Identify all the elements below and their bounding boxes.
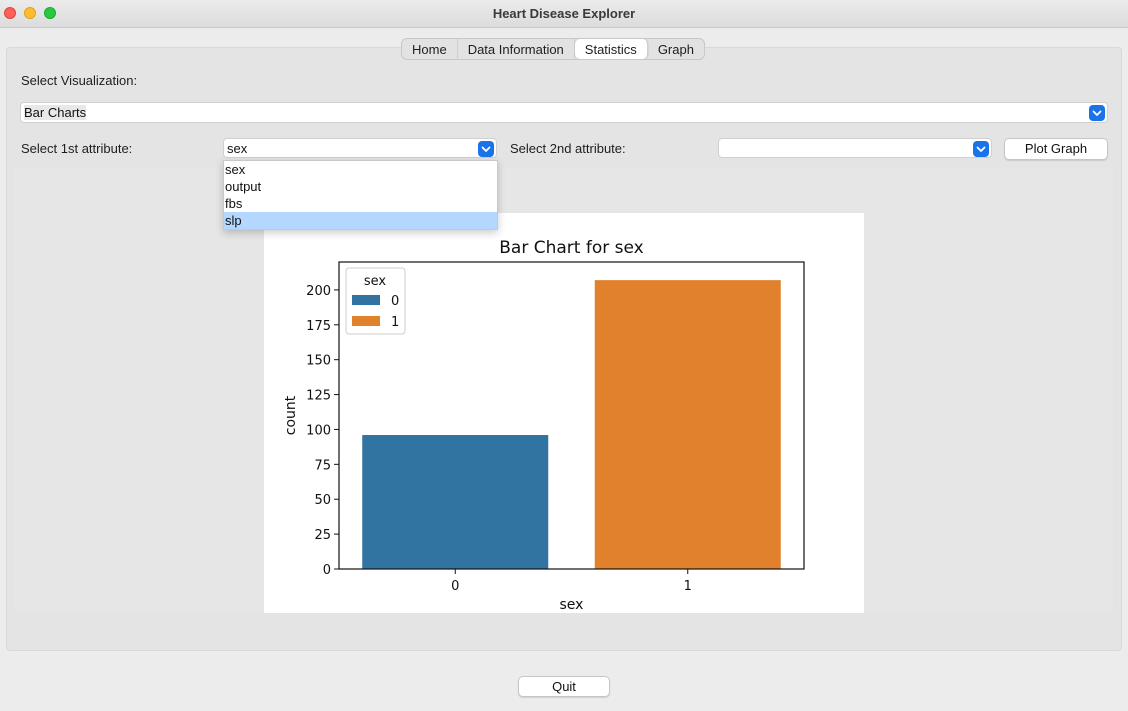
dropdown-option-slp[interactable]: slp: [224, 212, 497, 229]
dropdown-option-sex[interactable]: sex: [224, 161, 497, 178]
visualization-select-value: Bar Charts: [24, 105, 87, 120]
visualization-select[interactable]: Bar Charts: [20, 102, 1108, 123]
attr1-select-value: sex: [227, 141, 248, 156]
legend-swatch: [352, 316, 380, 326]
tab-data-information[interactable]: Data Information: [458, 39, 575, 59]
bar-1: [594, 280, 781, 569]
legend-title: sex: [364, 274, 387, 289]
bottom-edge: [0, 704, 1128, 711]
dropdown-option-fbs[interactable]: fbs: [224, 195, 497, 212]
app-window: Heart Disease Explorer Home Data Informa…: [0, 0, 1128, 711]
dropdown-option-output[interactable]: output: [224, 178, 497, 195]
y-tick-label: 150: [306, 354, 331, 369]
tab-bar: Home Data Information Statistics Graph: [401, 38, 705, 60]
bar-0: [362, 435, 549, 569]
attr1-label: Select 1st attribute:: [21, 141, 133, 156]
y-tick-label: 50: [314, 493, 331, 508]
attr2-label: Select 2nd attribute:: [510, 141, 626, 156]
chevron-down-icon[interactable]: [973, 141, 989, 157]
plot-graph-button[interactable]: Plot Graph: [1004, 138, 1108, 160]
legend-label: 1: [391, 315, 399, 330]
tab-graph[interactable]: Graph: [648, 39, 704, 59]
x-tick-label: 1: [684, 579, 692, 594]
bar-chart: Bar Chart for sex 0 1 0 25 50 75 100 125 150 175 20…: [283, 238, 805, 613]
chart-title: Bar Chart for sex: [499, 238, 643, 258]
attr1-select[interactable]: sex: [223, 138, 497, 158]
y-tick-label: 100: [306, 423, 331, 438]
window-title: Heart Disease Explorer: [492, 6, 636, 21]
legend-swatch: [352, 295, 380, 305]
y-tick-label: 125: [306, 389, 331, 404]
quit-button[interactable]: Quit: [518, 676, 610, 697]
x-tick-label: 0: [451, 579, 459, 594]
visualization-label: Select Visualization:: [21, 73, 138, 88]
tab-home[interactable]: Home: [402, 39, 458, 59]
y-axis-label: count: [283, 395, 299, 435]
legend-label: 0: [391, 294, 399, 309]
y-tick-label: 175: [306, 319, 331, 334]
title-bar: Heart Disease Explorer: [0, 0, 1128, 28]
chevron-down-icon[interactable]: [478, 141, 494, 157]
attr2-select[interactable]: [718, 138, 992, 158]
y-tick-label: 75: [314, 458, 331, 473]
x-axis-label: sex: [560, 597, 584, 613]
y-tick-label: 25: [314, 528, 331, 543]
y-tick-label: 200: [306, 284, 331, 299]
chart-figure: Bar Chart for sex 0 1 0 25 50 75 100 125 150 175 20…: [264, 213, 864, 613]
tab-statistics[interactable]: Statistics: [574, 39, 648, 59]
chevron-down-icon[interactable]: [1089, 105, 1105, 121]
y-tick-label: 0: [323, 563, 331, 578]
attr1-dropdown-list: sex output fbs slp: [223, 160, 498, 230]
